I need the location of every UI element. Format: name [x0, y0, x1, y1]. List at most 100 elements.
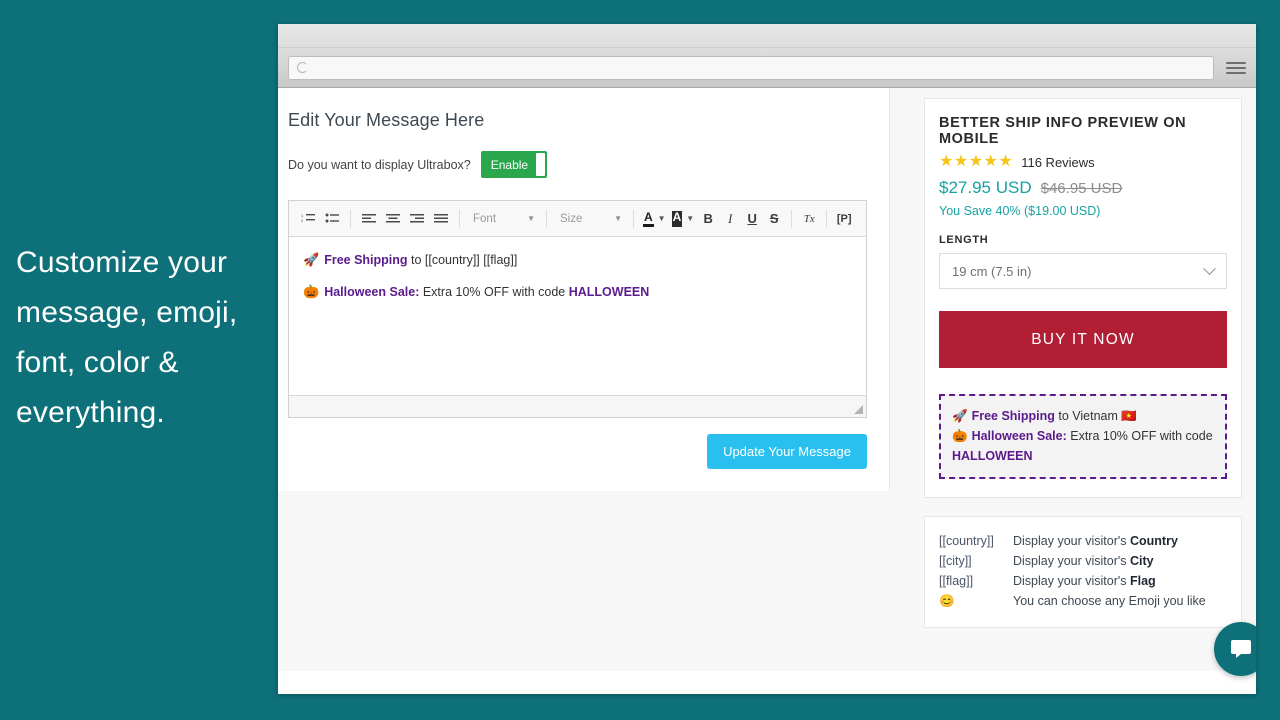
legend-description: You can choose any Emoji you like	[1013, 594, 1206, 608]
pumpkin-icon: 🎃	[952, 429, 968, 443]
background-color-value: A	[671, 210, 683, 227]
toolbar-divider	[791, 209, 793, 228]
chevron-down-icon: ▼	[614, 214, 622, 223]
rocket-icon: 🚀	[952, 409, 968, 423]
legend-description: Display your visitor's City	[1013, 554, 1154, 568]
compare-at-price: $46.95 USD	[1040, 180, 1123, 197]
editor-footer-bar	[289, 395, 866, 417]
browser-viewport: Edit Your Message Here Do you want to di…	[278, 88, 1256, 694]
underline-button[interactable]: U	[742, 207, 762, 231]
savings-line: You Save 40% ($19.00 USD)	[939, 204, 1101, 218]
chat-bubble-icon	[1231, 640, 1251, 658]
editor-message-line: 🚀 Free Shipping to [[country]] [[flag]]	[303, 251, 852, 269]
italic-button[interactable]: I	[720, 207, 740, 231]
paragraph-format-button[interactable]: [P]	[834, 207, 854, 231]
browser-window: Edit Your Message Here Do you want to di…	[278, 24, 1256, 694]
legend-row: [[city]] Display your visitor's City	[939, 551, 1227, 571]
preview-panel: BETTER SHIP INFO PREVIEW ON MOBILE ★★★★★…	[890, 88, 1256, 642]
legend-description: Display your visitor's Flag	[1013, 574, 1156, 588]
buy-it-now-button[interactable]: BUY IT NOW	[939, 311, 1227, 368]
free-shipping-label: Free Shipping	[324, 253, 408, 267]
text-color-value: A	[643, 210, 654, 227]
numbered-list-icon[interactable]: 12	[297, 207, 319, 231]
halloween-code: HALLOWEEN	[952, 449, 1033, 463]
toolbar-divider	[546, 209, 547, 228]
editor-actions: Update Your Message	[288, 434, 867, 469]
text-color-picker[interactable]: A ▼	[641, 207, 668, 231]
app-page: Edit Your Message Here Do you want to di…	[278, 88, 1256, 671]
font-size-select[interactable]: Size ▼	[554, 207, 626, 231]
bullet-list-icon[interactable]	[321, 207, 343, 231]
bold-button[interactable]: B	[698, 207, 718, 231]
align-center-icon[interactable]	[382, 207, 404, 231]
legend-description: Display your visitor's Country	[1013, 534, 1178, 548]
legend-row: [[country]] Display your visitor's Count…	[939, 531, 1227, 551]
legend-token: [[flag]]	[939, 574, 974, 588]
rocket-icon: 🚀	[303, 252, 320, 267]
free-shipping-label: Free Shipping	[971, 409, 1055, 423]
product-rating: ★★★★★ 116 Reviews	[939, 154, 1227, 170]
reload-spinner-icon[interactable]	[297, 62, 308, 73]
legend-token: [[city]]	[939, 554, 972, 568]
halloween-sale-label: Halloween Sale:	[971, 429, 1067, 443]
review-count[interactable]: 116 Reviews	[1021, 155, 1094, 170]
toolbar-divider	[459, 209, 460, 228]
ultrabox-toggle-label: Do you want to display Ultrabox?	[288, 157, 471, 172]
toolbar-divider	[826, 209, 828, 228]
chevron-down-icon: ▼	[686, 214, 695, 223]
current-price: $27.95 USD	[939, 178, 1032, 197]
font-size-value: Size	[560, 212, 583, 225]
align-left-icon[interactable]	[358, 207, 380, 231]
halloween-sale-label: Halloween Sale:	[324, 285, 420, 299]
browser-tab-strip	[278, 24, 1256, 48]
font-family-value: Font	[473, 212, 497, 225]
smiley-emoji-icon: 😊	[939, 594, 955, 608]
length-option-label: LENGTH	[939, 234, 989, 246]
chevron-down-icon: ▼	[527, 214, 535, 223]
vietnam-flag-icon: 🇻🇳	[1121, 409, 1137, 423]
align-justify-icon[interactable]	[430, 207, 452, 231]
product-title: BETTER SHIP INFO PREVIEW ON MOBILE	[939, 115, 1187, 147]
halloween-code: HALLOWEEN	[568, 285, 650, 299]
chevron-down-icon	[1203, 261, 1216, 275]
address-bar[interactable]	[288, 55, 1214, 80]
product-price-row: $27.95 USD $46.95 USD	[939, 178, 1227, 198]
length-select-value: 19 cm (7.5 in)	[952, 263, 1032, 279]
hamburger-menu-icon[interactable]	[1226, 61, 1246, 74]
strikethrough-button[interactable]: S	[764, 207, 784, 231]
rich-text-editor: 12 Font ▼ Size ▼ A ▼ A ▼ B I U S Tx [P] …	[288, 200, 867, 418]
ultrabox-toggle-state: Enable	[490, 157, 529, 172]
svg-text:2: 2	[301, 218, 304, 223]
token-legend-card: [[country]] Display your visitor's Count…	[924, 516, 1242, 628]
ultrabox-toggle-row: Do you want to display Ultrabox? Enable	[288, 151, 867, 178]
ultrabox-toggle-switch[interactable]: Enable	[480, 151, 547, 178]
length-select[interactable]: 19 cm (7.5 in)	[939, 253, 1227, 289]
toolbar-divider	[633, 209, 634, 228]
editor-toolbar: 12 Font ▼ Size ▼ A ▼ A ▼ B I U S Tx [P]	[289, 201, 866, 237]
align-right-icon[interactable]	[406, 207, 428, 231]
shipping-info-preview: 🚀 Free Shipping to Vietnam 🇻🇳 🎃 Halloween …	[939, 394, 1227, 479]
toggle-knob	[535, 153, 545, 176]
remove-format-button[interactable]: Tx	[799, 207, 819, 231]
toolbar-divider	[350, 209, 351, 228]
editor-message-line: 🎃 Halloween Sale: Extra 10% OFF with code…	[303, 283, 852, 301]
free-shipping-country: to Vietnam	[1054, 409, 1122, 423]
legend-row: [[flag]] Display your visitor's Flag	[939, 571, 1227, 591]
pumpkin-icon: 🎃	[303, 284, 320, 299]
chevron-down-icon: ▼	[657, 214, 666, 223]
background-color-picker[interactable]: A ▼	[670, 207, 697, 231]
legend-token: [[country]]	[939, 534, 994, 548]
free-shipping-tokens: to [[country]] [[flag]]	[407, 253, 518, 267]
page-title: Edit Your Message Here	[288, 110, 485, 130]
update-message-button[interactable]: Update Your Message	[707, 434, 867, 469]
shipping-preview-line-2: 🎃 Halloween Sale: Extra 10% OFF with code…	[952, 426, 1214, 466]
star-rating-icon: ★★★★★	[939, 153, 1014, 170]
halloween-sale-text: Extra 10% OFF with code	[419, 285, 569, 299]
halloween-sale-text: Extra 10% OFF with code	[1066, 429, 1213, 443]
legend-row: 😊 You can choose any Emoji you like	[939, 591, 1227, 611]
font-family-select[interactable]: Font ▼	[467, 207, 539, 231]
resize-handle[interactable]	[854, 405, 863, 414]
product-card: BETTER SHIP INFO PREVIEW ON MOBILE ★★★★★…	[924, 98, 1242, 498]
editor-content-area[interactable]: 🚀 Free Shipping to [[country]] [[flag]] 🎃…	[289, 237, 866, 395]
browser-toolbar	[278, 48, 1256, 88]
